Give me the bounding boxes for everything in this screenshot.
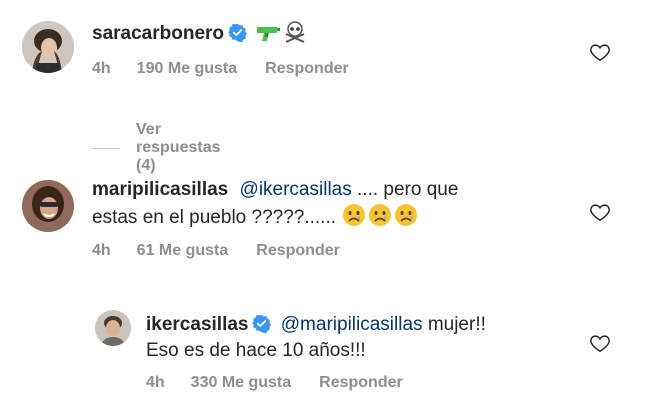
skull-crossbones-emoji [283, 21, 307, 43]
comment-username[interactable]: ikercasillas [146, 314, 248, 335]
mention-link[interactable]: @ikercasillas [240, 179, 352, 200]
mention-link[interactable]: @maripilicasillas [281, 314, 423, 335]
view-replies-label: Ver respuestas (4) [136, 121, 221, 174]
comment-timestamp: 4h [92, 60, 111, 77]
avatar-image [22, 21, 74, 73]
comment-username[interactable]: saracarbonero [92, 23, 224, 44]
reply-button[interactable]: Responder [319, 374, 403, 391]
reply-button[interactable]: Responder [256, 242, 340, 259]
avatar[interactable] [22, 180, 74, 232]
verified-badge-icon [252, 314, 272, 333]
like-heart-icon[interactable] [589, 332, 611, 354]
comment-timestamp: 4h [146, 374, 165, 391]
comment-likes[interactable]: 190 Me gusta [137, 60, 237, 77]
avatar-image [95, 310, 131, 346]
sad-face-emoji [368, 203, 392, 227]
sad-face-emoji [342, 203, 366, 227]
view-replies-button[interactable]: Ver respuestas (4) [92, 121, 233, 175]
reply-button[interactable]: Responder [265, 60, 349, 77]
avatar-image [22, 180, 74, 232]
comment-username[interactable]: maripilicasillas [92, 179, 228, 200]
comment-text: Eso es de hace 10 años!!! [146, 340, 366, 361]
avatar[interactable] [95, 310, 131, 346]
comment-text: estas en el pueblo ?????...... [92, 207, 337, 228]
comment-likes[interactable]: 61 Me gusta [137, 242, 229, 259]
verified-badge-icon [228, 23, 248, 42]
like-heart-icon[interactable] [589, 201, 611, 223]
comment-text: .... pero que [357, 179, 459, 200]
comment-likes[interactable]: 330 Me gusta [191, 374, 291, 391]
sad-face-emoji [394, 203, 418, 227]
comment-timestamp: 4h [92, 242, 111, 259]
water-pistol-emoji [255, 23, 281, 43]
comment-text: mujer!! [427, 314, 486, 335]
like-heart-icon[interactable] [589, 41, 611, 63]
avatar[interactable] [22, 21, 74, 73]
divider-line [92, 147, 120, 149]
